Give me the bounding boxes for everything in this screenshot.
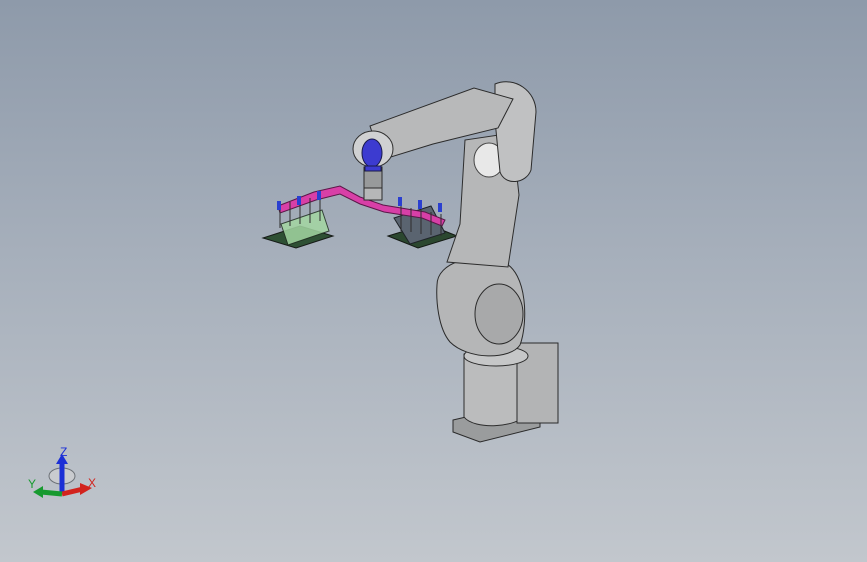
cad-graphics-viewport[interactable]: Z X Y — [0, 0, 867, 562]
view-orientation-triad[interactable]: Z X Y — [22, 440, 102, 510]
gripper-assembly[interactable] — [261, 185, 459, 249]
triad-z-label: Z — [60, 445, 68, 459]
robot-arm[interactable] — [352, 81, 559, 443]
triad-y-label: Y — [28, 477, 37, 491]
triad-x-label: X — [88, 476, 97, 490]
assembly-model[interactable] — [0, 0, 867, 562]
